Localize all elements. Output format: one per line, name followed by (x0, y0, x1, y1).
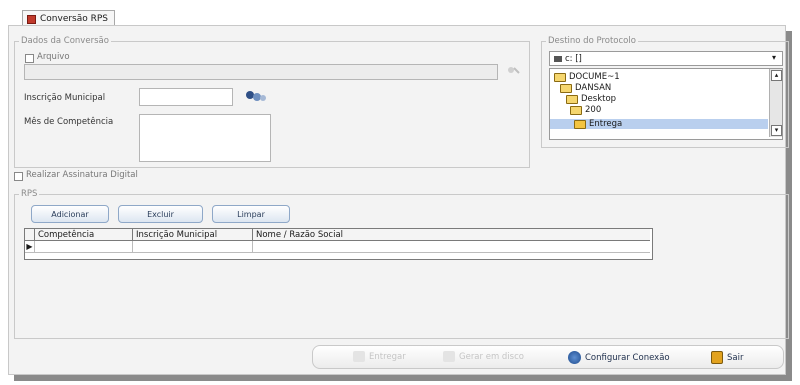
current-row-icon: ▶ (25, 241, 35, 253)
mes-competencia-input[interactable] (139, 114, 271, 162)
table-cell[interactable] (133, 241, 253, 253)
exit-door-icon (711, 351, 723, 364)
tree-scrollbar[interactable]: ▴ ▾ (769, 69, 782, 137)
assinatura-label: Realizar Assinatura Digital (26, 170, 138, 180)
excluir-button[interactable]: Excluir (118, 205, 203, 223)
folder-tree[interactable]: DOCUME~1 DANSAN Desktop 200 Entrega ▴ ▾ (549, 68, 783, 140)
folder-item[interactable]: DOCUME~1 (554, 72, 620, 82)
drive-select[interactable]: c: [] ▾ (549, 51, 783, 66)
folder-open-icon (574, 119, 586, 129)
drive-value: c: [] (565, 53, 582, 64)
arquivo-label: Arquivo (37, 52, 70, 62)
entregar-button[interactable]: Entregar (353, 351, 406, 362)
sair-button[interactable]: Sair (711, 351, 743, 364)
close-tab-icon[interactable] (27, 14, 36, 24)
row-indicator-header (25, 229, 35, 241)
folder-icon (554, 72, 566, 82)
folder-icon (560, 83, 572, 93)
folder-icon (570, 105, 582, 115)
tab-label: Conversão RPS (40, 14, 109, 24)
rps-legend: RPS (21, 189, 38, 199)
inscricao-label: Inscrição Municipal (24, 93, 106, 103)
limpar-button[interactable]: Limpar (212, 205, 290, 223)
gerar-disco-button[interactable]: Gerar em disco (443, 351, 524, 362)
disk-icon (443, 351, 455, 362)
scroll-down-icon[interactable]: ▾ (771, 125, 782, 136)
folder-icon (566, 94, 578, 104)
scroll-up-icon[interactable]: ▴ (771, 70, 782, 81)
configurar-conexao-button[interactable]: Configurar Conexão (568, 351, 670, 364)
browse-file-icon[interactable] (506, 64, 520, 76)
inscricao-input[interactable] (139, 88, 233, 106)
column-header[interactable]: Nome / Razão Social (253, 229, 650, 241)
column-header[interactable]: Inscrição Municipal (133, 229, 253, 241)
dropdown-arrow-icon[interactable]: ▾ (772, 53, 776, 62)
drive-icon (554, 55, 562, 62)
destino-protocolo-legend: Destino do Protocolo (548, 36, 636, 46)
folder-item[interactable]: DANSAN (560, 83, 611, 93)
table-cell[interactable] (253, 241, 650, 253)
entregar-icon (353, 351, 365, 362)
column-header[interactable]: Competência (35, 229, 133, 241)
dados-conversao-legend: Dados da Conversão (21, 36, 109, 46)
adicionar-button[interactable]: Adicionar (31, 205, 109, 223)
table-cell[interactable] (35, 241, 133, 253)
arquivo-checkbox[interactable] (25, 54, 34, 63)
assinatura-checkbox[interactable] (14, 172, 23, 181)
bottom-toolbar: Entregar Gerar em disco Configurar Conex… (312, 345, 784, 369)
globe-icon (568, 351, 581, 364)
mes-competencia-label: Mês de Competência (24, 117, 114, 127)
arquivo-path-input[interactable] (24, 64, 498, 80)
folder-item-selected[interactable]: Entrega (550, 119, 768, 129)
rps-table[interactable]: Competência Inscrição Municipal Nome / R… (24, 228, 653, 260)
folder-item[interactable]: 200 (570, 105, 601, 115)
folder-item[interactable]: Desktop (566, 94, 616, 104)
search-inscricao-icon[interactable] (244, 89, 268, 103)
